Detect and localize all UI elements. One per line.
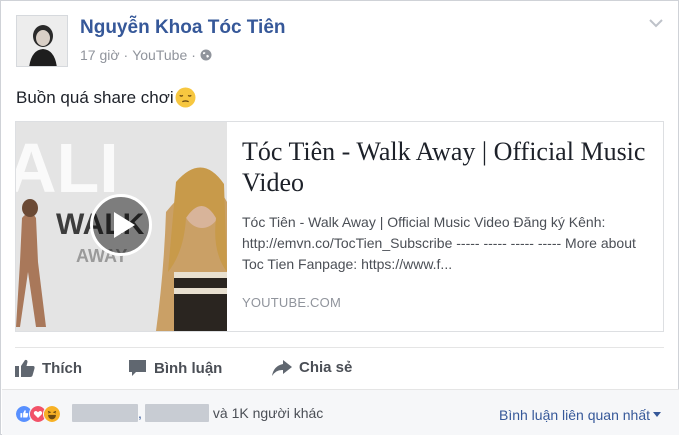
avatar[interactable] bbox=[16, 15, 68, 67]
share-button[interactable]: Chia sẻ bbox=[272, 359, 352, 376]
profile-photo bbox=[17, 16, 67, 66]
blurred-name bbox=[72, 404, 138, 422]
play-icon[interactable] bbox=[90, 194, 152, 256]
feed-post: Nguyễn Khoa Tóc Tiên 17 giờ · YouTube · … bbox=[0, 0, 679, 435]
reaction-names[interactable]: , và 1K người khác bbox=[72, 404, 323, 422]
card-description: Tóc Tiên - Walk Away | Official Music Vi… bbox=[242, 214, 636, 272]
card-domain: YOUTUBE.COM bbox=[242, 295, 341, 310]
like-button[interactable]: Thích bbox=[15, 359, 82, 377]
pensive-face-emoji bbox=[175, 87, 196, 108]
share-arrow-icon bbox=[272, 359, 292, 376]
svg-text:ALI: ALI bbox=[16, 129, 119, 207]
thumbs-up-icon bbox=[15, 359, 35, 377]
video-thumbnail[interactable]: ALI WALK AWAY bbox=[16, 122, 227, 331]
post-time[interactable]: 17 giờ bbox=[80, 47, 120, 63]
blurred-name bbox=[144, 404, 209, 422]
link-preview-card[interactable]: ALI WALK AWAY Tóc Tiên - Walk Away | Off… bbox=[15, 121, 664, 332]
post-message-text: Buồn quá share chơi bbox=[16, 87, 174, 107]
share-label: Chia sẻ bbox=[299, 359, 353, 376]
others-count[interactable]: và 1K người khác bbox=[213, 405, 323, 421]
comment-button[interactable]: Bình luận bbox=[128, 359, 222, 377]
card-text: Tóc Tiên - Walk Away | Official Music Vi… bbox=[242, 136, 652, 275]
comment-sort-label: Bình luận liên quan nhất bbox=[498, 407, 650, 423]
author-name[interactable]: Nguyễn Khoa Tóc Tiên bbox=[80, 17, 286, 39]
chevron-down-icon[interactable] bbox=[648, 17, 664, 29]
reaction-icons[interactable] bbox=[15, 405, 61, 423]
comment-sort-dropdown[interactable]: Bình luận liên quan nhất bbox=[499, 407, 661, 423]
comment-icon bbox=[129, 360, 146, 376]
post-meta: 17 giờ · YouTube · bbox=[80, 47, 212, 63]
post-source[interactable]: YouTube bbox=[132, 47, 187, 63]
meta-separator: · bbox=[191, 47, 196, 63]
name-separator: , bbox=[138, 405, 142, 421]
caret-down-icon bbox=[653, 412, 661, 417]
comment-label: Bình luận bbox=[154, 359, 223, 377]
play-triangle bbox=[114, 212, 135, 238]
divider bbox=[15, 347, 664, 348]
reactions-footer: , và 1K người khác Bình luận liên quan n… bbox=[2, 389, 679, 435]
globe-icon[interactable] bbox=[200, 49, 212, 61]
post-message: Buồn quá share chơi bbox=[16, 87, 196, 108]
like-label: Thích bbox=[42, 359, 82, 377]
haha-reaction-icon bbox=[43, 405, 61, 423]
card-title[interactable]: Tóc Tiên - Walk Away | Official Music Vi… bbox=[242, 136, 652, 198]
meta-separator: · bbox=[123, 47, 129, 63]
